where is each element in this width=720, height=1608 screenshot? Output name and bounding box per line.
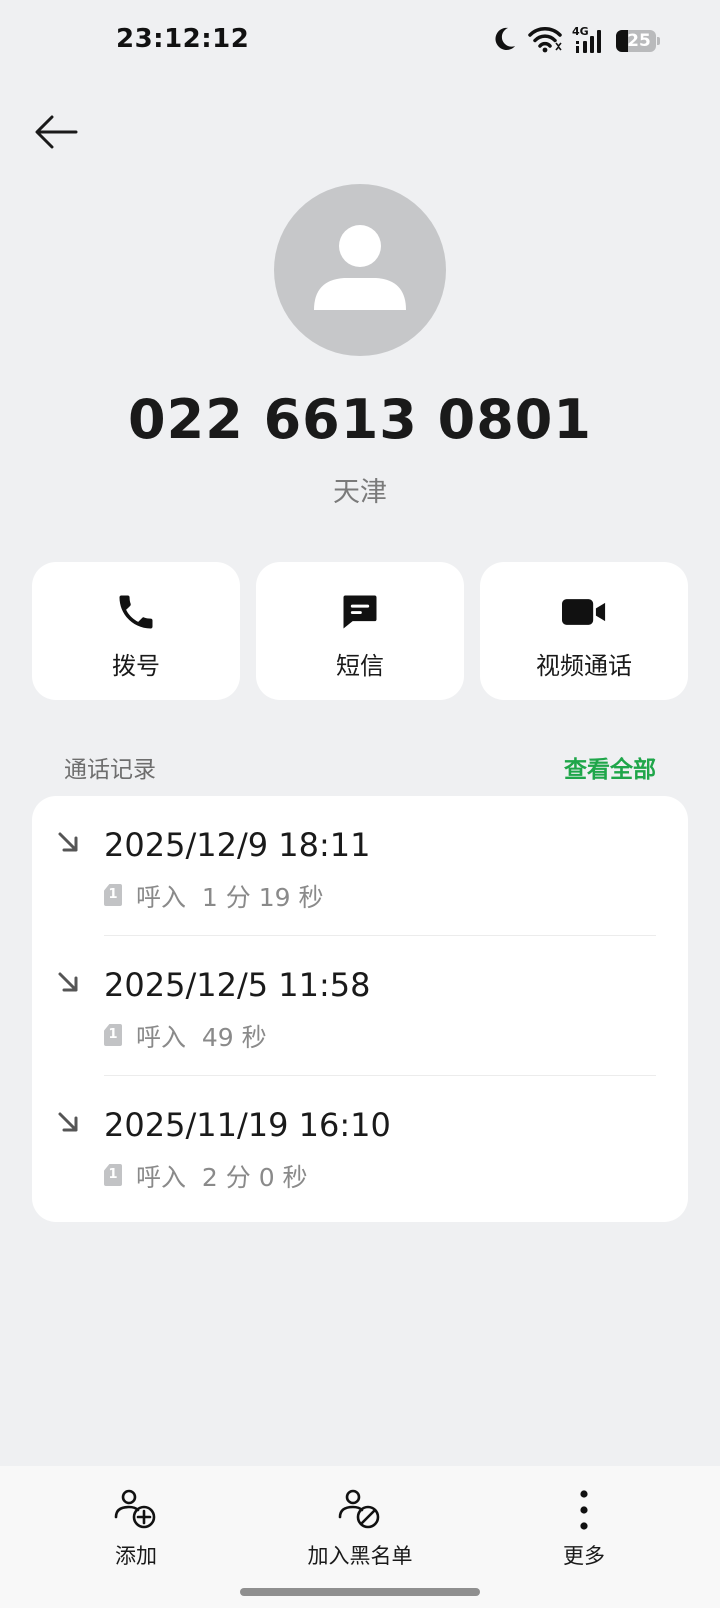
sim-card-icon: 1 bbox=[104, 1024, 122, 1046]
contact-location: 天津 bbox=[333, 477, 387, 508]
back-button[interactable] bbox=[28, 104, 84, 160]
message-icon bbox=[338, 588, 382, 636]
block-contact-button[interactable]: 加入黑名单 bbox=[270, 1486, 450, 1576]
contact-actions: 拨号 短信 视频通话 bbox=[32, 562, 688, 700]
battery-level: 25 bbox=[627, 31, 651, 51]
bottom-action-bar: 添加 加入黑名单 更多 bbox=[0, 1466, 720, 1608]
phone-icon bbox=[114, 588, 158, 636]
battery-icon: 25 bbox=[616, 29, 660, 53]
more-button[interactable]: 更多 bbox=[494, 1486, 674, 1576]
arrow-left-icon bbox=[35, 115, 78, 149]
call-label: 拨号 bbox=[112, 652, 160, 680]
contact-phone-number: 022 6613 0801 bbox=[128, 388, 592, 451]
message-button[interactable]: 短信 bbox=[256, 562, 464, 700]
video-camera-icon bbox=[560, 588, 608, 636]
call-log-item[interactable]: 2025/11/19 16:10 1 呼入 2 分 0 秒 bbox=[32, 1076, 688, 1216]
message-label: 短信 bbox=[336, 652, 384, 680]
call-log-title: 通话记录 bbox=[64, 757, 156, 783]
call-datetime: 2025/12/9 18:11 bbox=[104, 826, 371, 864]
call-button[interactable]: 拨号 bbox=[32, 562, 240, 700]
status-icons: 4G 25 bbox=[490, 25, 660, 57]
call-log-item[interactable]: 2025/12/9 18:11 1 呼入 1 分 19 秒 bbox=[32, 796, 688, 936]
status-time: 23:12:12 bbox=[116, 24, 250, 54]
video-call-label: 视频通话 bbox=[536, 652, 632, 680]
incoming-call-arrow-icon bbox=[58, 972, 78, 992]
video-call-button[interactable]: 视频通话 bbox=[480, 562, 688, 700]
incoming-call-arrow-icon bbox=[58, 1112, 78, 1132]
call-detail: 呼入 2 分 0 秒 bbox=[136, 1163, 308, 1192]
view-all-link[interactable]: 查看全部 bbox=[564, 750, 656, 784]
call-log-header: 通话记录 查看全部 bbox=[64, 750, 656, 784]
add-contact-button[interactable]: 添加 bbox=[46, 1486, 226, 1576]
call-datetime: 2025/11/19 16:10 bbox=[104, 1106, 391, 1144]
incoming-call-arrow-icon bbox=[58, 832, 78, 852]
more-vertical-icon bbox=[578, 1486, 590, 1534]
cellular-signal-icon: 4G bbox=[572, 25, 606, 55]
call-detail: 呼入 1 分 19 秒 bbox=[136, 883, 324, 912]
call-detail: 呼入 49 秒 bbox=[136, 1023, 267, 1052]
sim-card-icon: 1 bbox=[104, 884, 122, 906]
block-contact-label: 加入黑名单 bbox=[307, 1544, 413, 1568]
more-label: 更多 bbox=[563, 1544, 605, 1568]
call-datetime: 2025/12/5 11:58 bbox=[104, 966, 371, 1004]
wifi-icon bbox=[528, 25, 562, 57]
call-log-item[interactable]: 2025/12/5 11:58 1 呼入 49 秒 bbox=[32, 936, 688, 1076]
add-contact-label: 添加 bbox=[115, 1544, 157, 1568]
add-contact-icon bbox=[113, 1486, 159, 1534]
person-icon bbox=[314, 225, 406, 310]
block-contact-icon bbox=[337, 1486, 383, 1534]
moon-icon bbox=[490, 25, 518, 57]
contact-avatar bbox=[274, 184, 446, 356]
status-bar: 23:12:12 4G 25 bbox=[0, 0, 720, 84]
home-indicator[interactable] bbox=[240, 1588, 480, 1596]
call-log-list: 2025/12/9 18:11 1 呼入 1 分 19 秒 2025/12/5 … bbox=[32, 796, 688, 1222]
sim-card-icon: 1 bbox=[104, 1164, 122, 1186]
